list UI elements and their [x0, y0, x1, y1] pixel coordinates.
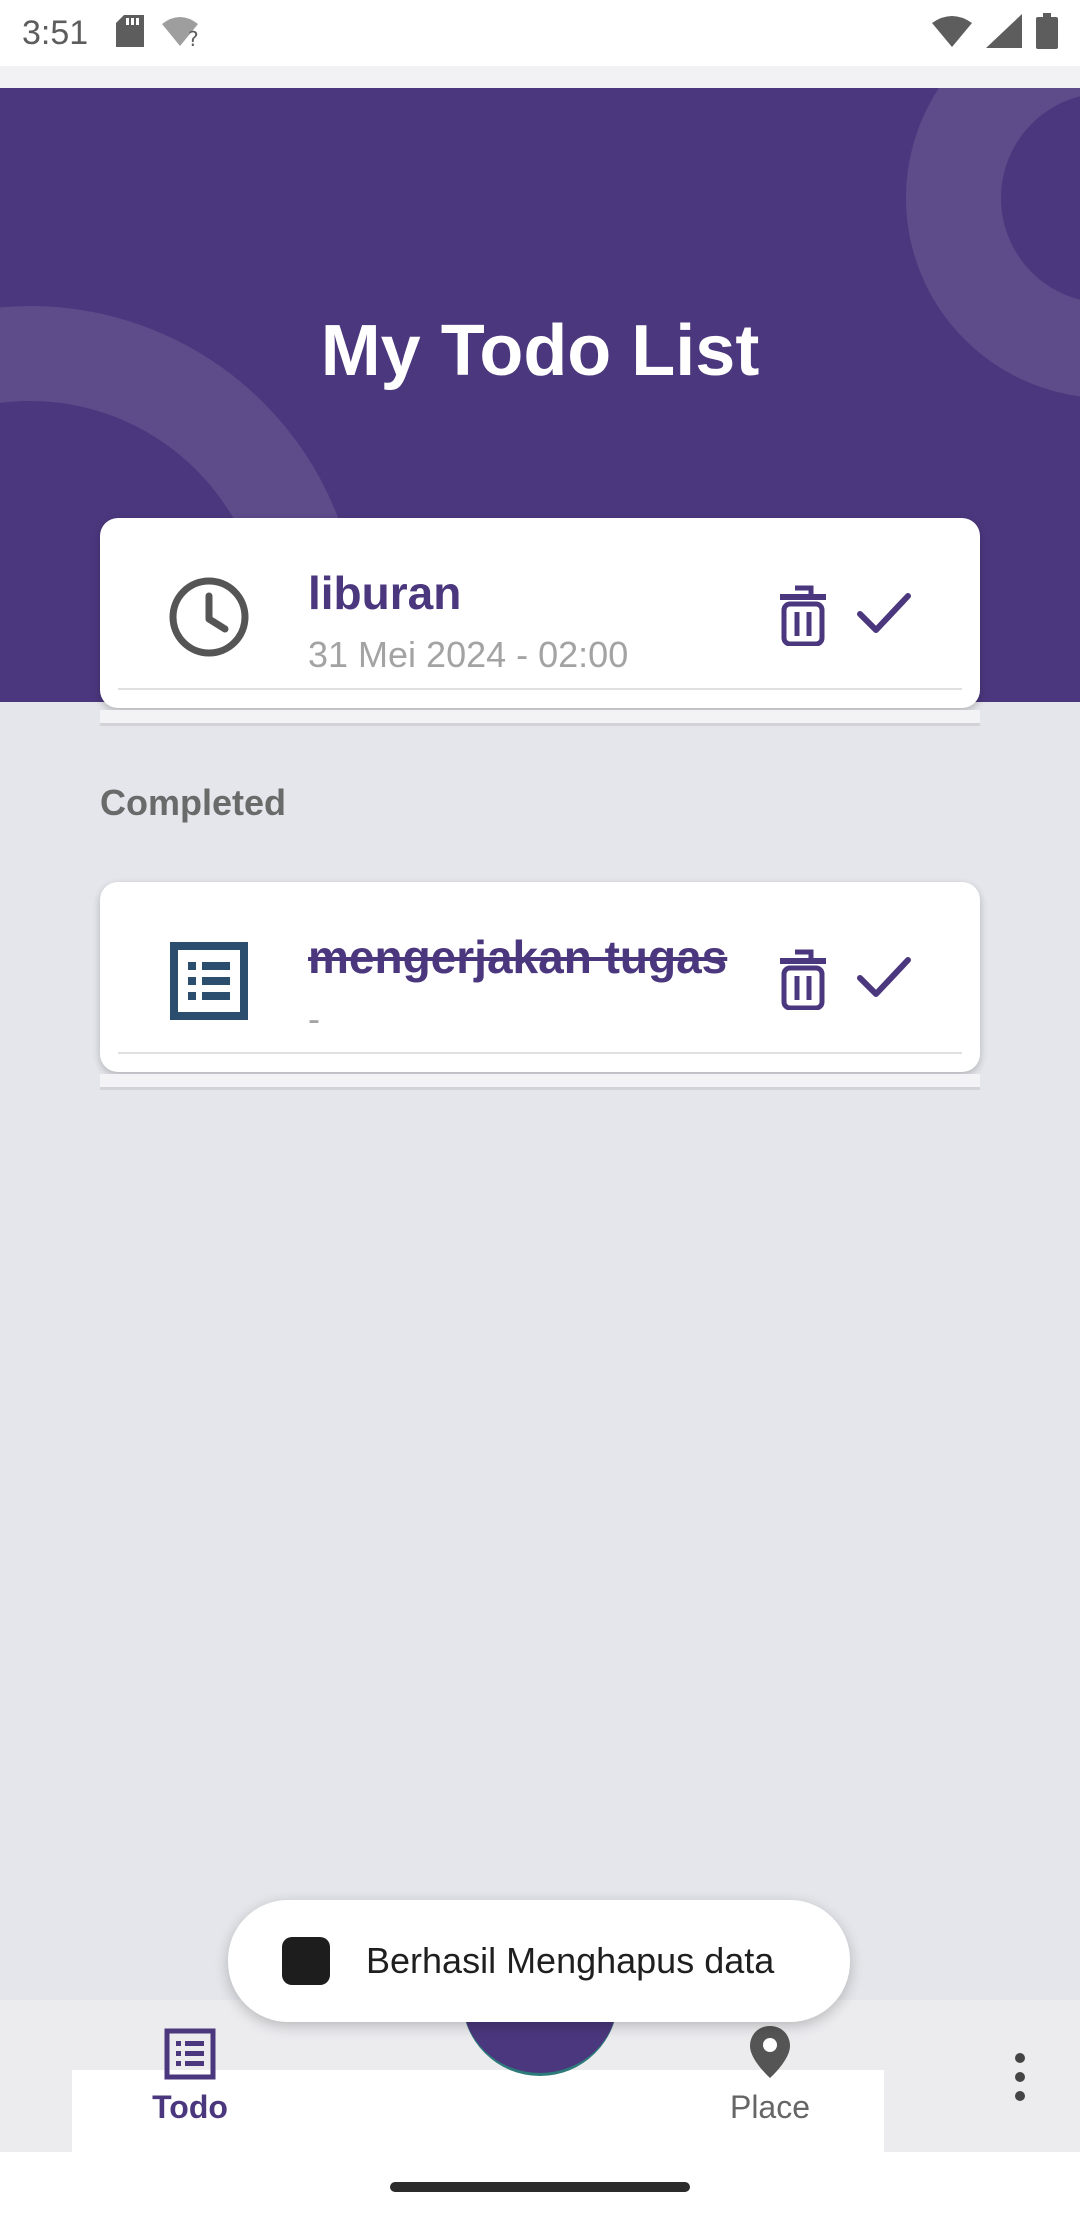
check-icon[interactable] — [856, 590, 912, 636]
map-pin-icon — [748, 2026, 792, 2084]
card-divider — [118, 688, 962, 690]
battery-icon — [1036, 12, 1058, 54]
completed-todo-subtitle: - — [308, 998, 320, 1039]
list-icon — [168, 940, 250, 1022]
header-top-band — [0, 66, 1080, 88]
signal-icon — [986, 13, 1022, 53]
card-shadow-edge — [100, 1074, 980, 1090]
check-icon[interactable] — [856, 954, 912, 1000]
clock-icon — [168, 576, 250, 658]
status-time: 3:51 — [22, 13, 89, 52]
sd-card-icon — [116, 14, 145, 52]
nav-label-place: Place — [729, 2089, 811, 2125]
snackbar: Berhasil Menghapus data — [228, 1900, 850, 2022]
wifi-icon — [932, 15, 972, 52]
todo-card[interactable]: liburan 31 Mei 2024 - 02:00 — [100, 518, 980, 708]
page-title: My Todo List — [320, 311, 760, 391]
home-gesture-handle[interactable] — [390, 2182, 690, 2192]
card-divider — [118, 1052, 962, 1054]
todo-title: liburan — [308, 567, 462, 619]
completed-card[interactable]: mengerjakan tugas - — [100, 882, 980, 1072]
trash-icon[interactable] — [778, 948, 828, 1011]
trash-icon[interactable] — [778, 584, 828, 647]
completed-todo-title: mengerjakan tugas — [308, 931, 728, 983]
app-icon — [282, 1937, 330, 1985]
wifi-unknown-icon: ? — [160, 14, 204, 53]
card-shadow-edge — [100, 710, 980, 726]
todo-datetime: 31 Mei 2024 - 02:00 — [308, 634, 629, 675]
status-bar: 3:51 ? — [0, 0, 1080, 66]
snackbar-message: Berhasil Menghapus data — [366, 1940, 775, 1981]
more-options-icon[interactable] — [1000, 2052, 1040, 2102]
nav-item-todo[interactable]: Todo — [130, 2028, 250, 2126]
nav-item-place[interactable]: Place — [700, 2024, 840, 2126]
svg-text:?: ? — [188, 27, 199, 48]
list-icon — [164, 2028, 216, 2084]
nav-label-todo: Todo — [152, 2089, 228, 2125]
gesture-navigation-bar — [0, 2152, 1080, 2220]
completed-section-label: Completed — [100, 782, 287, 823]
